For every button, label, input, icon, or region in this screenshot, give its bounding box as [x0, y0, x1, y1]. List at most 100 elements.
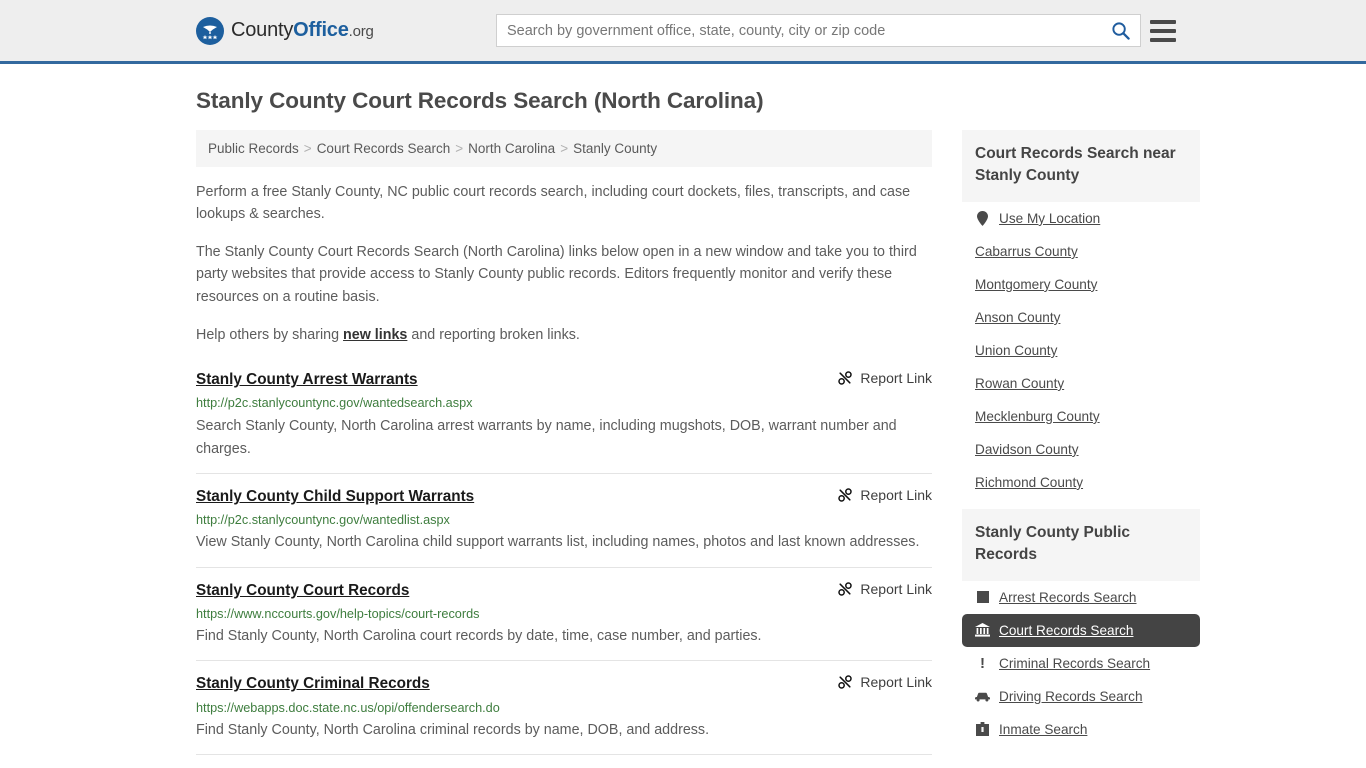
results-list: Stanly County Arrest Warrants Report Link… [196, 364, 932, 768]
result-item: Stanly County Arrest Warrants Report Link… [196, 364, 932, 473]
hamburger-menu-icon[interactable] [1150, 18, 1178, 44]
public-record-item-label[interactable]: Arrest Records Search [999, 590, 1137, 605]
nearby-item[interactable]: Davidson County [962, 433, 1200, 466]
nearby-item-label[interactable]: Richmond County [975, 475, 1083, 490]
result-title-link[interactable]: Stanly County Criminal Records [196, 674, 430, 693]
breadcrumb-item-1[interactable]: Public Records [208, 141, 299, 156]
result-title-link[interactable]: Stanly County Court Records [196, 581, 409, 600]
result-description: View Stanly County, North Carolina child… [196, 531, 932, 554]
result-item: Stanly County Criminal Records Report Lin… [196, 660, 932, 754]
result-header: Stanly County Child Support Warrants Repo… [196, 487, 932, 506]
square-icon [975, 590, 990, 605]
broken-link-icon [837, 487, 853, 503]
search-icon [1111, 21, 1130, 40]
breadcrumb: Public Records > Court Records Search > Nort… [196, 130, 932, 167]
breadcrumb-item-3[interactable]: North Carolina [468, 141, 555, 156]
menu-bar-2 [1150, 29, 1176, 33]
public-records-box: Stanly County Public Records Arrest Reco… [962, 509, 1200, 746]
nearby-item[interactable]: Richmond County [962, 466, 1200, 499]
menu-bar-3 [1150, 38, 1176, 42]
public-record-item-active[interactable]: Court Records Search [962, 614, 1200, 647]
result-url: https://webapps.doc.state.nc.us/opi/offe… [196, 700, 932, 717]
report-link-button[interactable]: Report Link [837, 581, 932, 597]
intro-p3-before: Help others by sharing [196, 327, 343, 343]
report-link-button[interactable]: Report Link [837, 370, 932, 386]
public-record-item-label[interactable]: Driving Records Search [999, 689, 1143, 704]
nearby-item[interactable]: Use My Location [962, 202, 1200, 235]
report-link-label: Report Link [860, 370, 932, 386]
nearby-item[interactable]: Anson County [962, 301, 1200, 334]
public-record-item-label[interactable]: Inmate Search [999, 722, 1087, 737]
result-item: Stanly County Probate RecordsReport Link [196, 754, 932, 768]
nearby-item-label[interactable]: Anson County [975, 310, 1060, 325]
courthouse-icon [975, 623, 990, 638]
nearby-item-label[interactable]: Cabarrus County [975, 244, 1078, 259]
nearby-item[interactable]: Cabarrus County [962, 235, 1200, 268]
result-header: Stanly County Criminal Records Report Lin… [196, 674, 932, 693]
public-record-item[interactable]: Arrest Records Search [962, 581, 1200, 614]
public-records-heading: Stanly County Public Records [962, 509, 1200, 581]
search-button[interactable] [1100, 15, 1140, 46]
site-header: CountyOffice.org [0, 0, 1366, 64]
report-link-label: Report Link [860, 581, 932, 597]
result-title-link[interactable]: Stanly County Arrest Warrants [196, 370, 418, 389]
nearby-item[interactable]: Mecklenburg County [962, 400, 1200, 433]
nearby-searches-box: Court Records Search near Stanly County … [962, 130, 1200, 499]
sidebar: Court Records Search near Stanly County … [962, 130, 1200, 756]
nearby-item[interactable]: Union County [962, 334, 1200, 367]
result-item: Stanly County Child Support Warrants Repo… [196, 473, 932, 567]
main-column: Public Records > Court Records Search > Nort… [196, 130, 932, 768]
result-title-link[interactable]: Stanly County Child Support Warrants [196, 487, 474, 506]
new-links-link[interactable]: new links [343, 327, 407, 343]
report-link-label: Report Link [860, 674, 932, 690]
result-header: Stanly County Arrest Warrants Report Link [196, 370, 932, 389]
nearby-item-label[interactable]: Union County [975, 343, 1057, 358]
map-pin-icon [975, 211, 990, 226]
public-records-list: Arrest Records Search Court Records Searc… [962, 581, 1200, 746]
intro-p3-after: and reporting broken links. [407, 327, 579, 343]
menu-bar-1 [1150, 20, 1176, 24]
public-record-item[interactable]: Inmate Search [962, 713, 1200, 746]
content-columns: Public Records > Court Records Search > Nort… [196, 130, 1170, 768]
breadcrumb-separator: > [304, 141, 312, 156]
nearby-item[interactable]: Montgomery County [962, 268, 1200, 301]
breadcrumb-item-4[interactable]: Stanly County [573, 141, 657, 156]
public-record-item[interactable]: Driving Records Search [962, 680, 1200, 713]
nearby-item-label[interactable]: Mecklenburg County [975, 409, 1100, 424]
result-url: http://p2c.stanlycountync.gov/wantedsear… [196, 395, 932, 412]
report-link-button[interactable]: Report Link [837, 674, 932, 690]
nearby-item[interactable]: Rowan County [962, 367, 1200, 400]
search-bar [496, 14, 1141, 47]
exclamation-icon: ! [975, 656, 990, 671]
car-icon [975, 689, 990, 704]
intro-text: Perform a free Stanly County, NC public … [196, 181, 932, 346]
page-container: Stanly County Court Records Search (Nort… [0, 88, 1366, 768]
result-header: Stanly County Court Records Report Link [196, 581, 932, 600]
public-record-item-label[interactable]: Criminal Records Search [999, 656, 1150, 671]
nearby-item-label[interactable]: Montgomery County [975, 277, 1097, 292]
result-item: Stanly County Court Records Report Link ht… [196, 567, 932, 661]
public-record-item-label[interactable]: Court Records Search [999, 623, 1133, 638]
broken-link-icon [837, 581, 853, 597]
breadcrumb-separator: > [455, 141, 463, 156]
report-link-button[interactable]: Report Link [837, 487, 932, 503]
brand-wordmark: CountyOffice.org [231, 19, 374, 42]
site-logo[interactable]: CountyOffice.org [196, 17, 374, 45]
page-title: Stanly County Court Records Search (Nort… [196, 88, 1170, 114]
nearby-county-list: Use My Location Cabarrus County Montgomery… [962, 202, 1200, 499]
nearby-item-label[interactable]: Use My Location [999, 211, 1100, 226]
breadcrumb-item-2[interactable]: Court Records Search [317, 141, 451, 156]
nearby-item-label[interactable]: Davidson County [975, 442, 1079, 457]
brand-part-tld: .org [349, 23, 374, 40]
county-office-emblem-icon [196, 17, 224, 45]
inmate-icon [975, 722, 990, 737]
nearby-item-label[interactable]: Rowan County [975, 376, 1064, 391]
brand-part-county: County [231, 19, 293, 41]
broken-link-icon [837, 674, 853, 690]
intro-paragraph-1: Perform a free Stanly County, NC public … [196, 181, 932, 225]
search-input[interactable] [497, 15, 1100, 46]
nearby-searches-heading: Court Records Search near Stanly County [962, 130, 1200, 202]
result-description: Search Stanly County, North Carolina arr… [196, 415, 932, 461]
result-url: https://www.nccourts.gov/help-topics/cou… [196, 606, 932, 623]
public-record-item[interactable]: ! Criminal Records Search [962, 647, 1200, 680]
